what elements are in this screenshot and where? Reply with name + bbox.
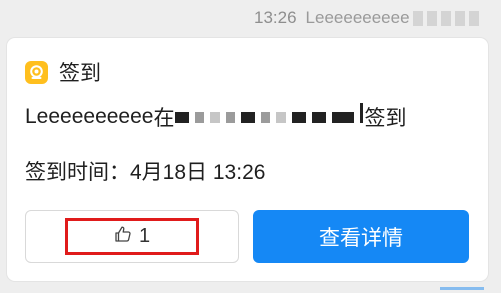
checkin-time-label: 签到时间： <box>25 161 130 184</box>
checkin-time-value: 4月18日 13:26 <box>130 161 266 184</box>
sender-name-redaction <box>412 10 479 26</box>
message-meta: 13:26 Leeeeeeeeee <box>254 6 501 30</box>
message-time: 13:26 <box>254 8 297 27</box>
check-in-icon <box>25 60 48 84</box>
like-count: 1 <box>138 225 151 247</box>
partial-link-edge <box>440 287 484 290</box>
checkin-description: Leeeeeeeeee 在 签到 <box>25 102 406 132</box>
view-details-button[interactable]: 查看详情 <box>253 210 469 263</box>
checkin-card: 签到 Leeeeeeeeee 在 签到 签到时间： 4月18日 13:26 1 … <box>7 38 488 281</box>
message-sender: Leeeeeeeeee <box>305 8 410 27</box>
card-header: 签到 <box>25 57 101 87</box>
thumbs-up-icon <box>114 225 132 248</box>
card-title: 签到 <box>59 62 101 85</box>
checkin-suffix: 签到 <box>364 107 407 130</box>
checkin-user-name: Leeeeeeeeee <box>25 105 154 128</box>
checkin-time-row: 签到时间： 4月18日 13:26 <box>25 156 265 186</box>
location-redaction <box>175 103 364 129</box>
like-button[interactable]: 1 <box>25 210 239 263</box>
location-prefix: 在 <box>153 107 175 130</box>
